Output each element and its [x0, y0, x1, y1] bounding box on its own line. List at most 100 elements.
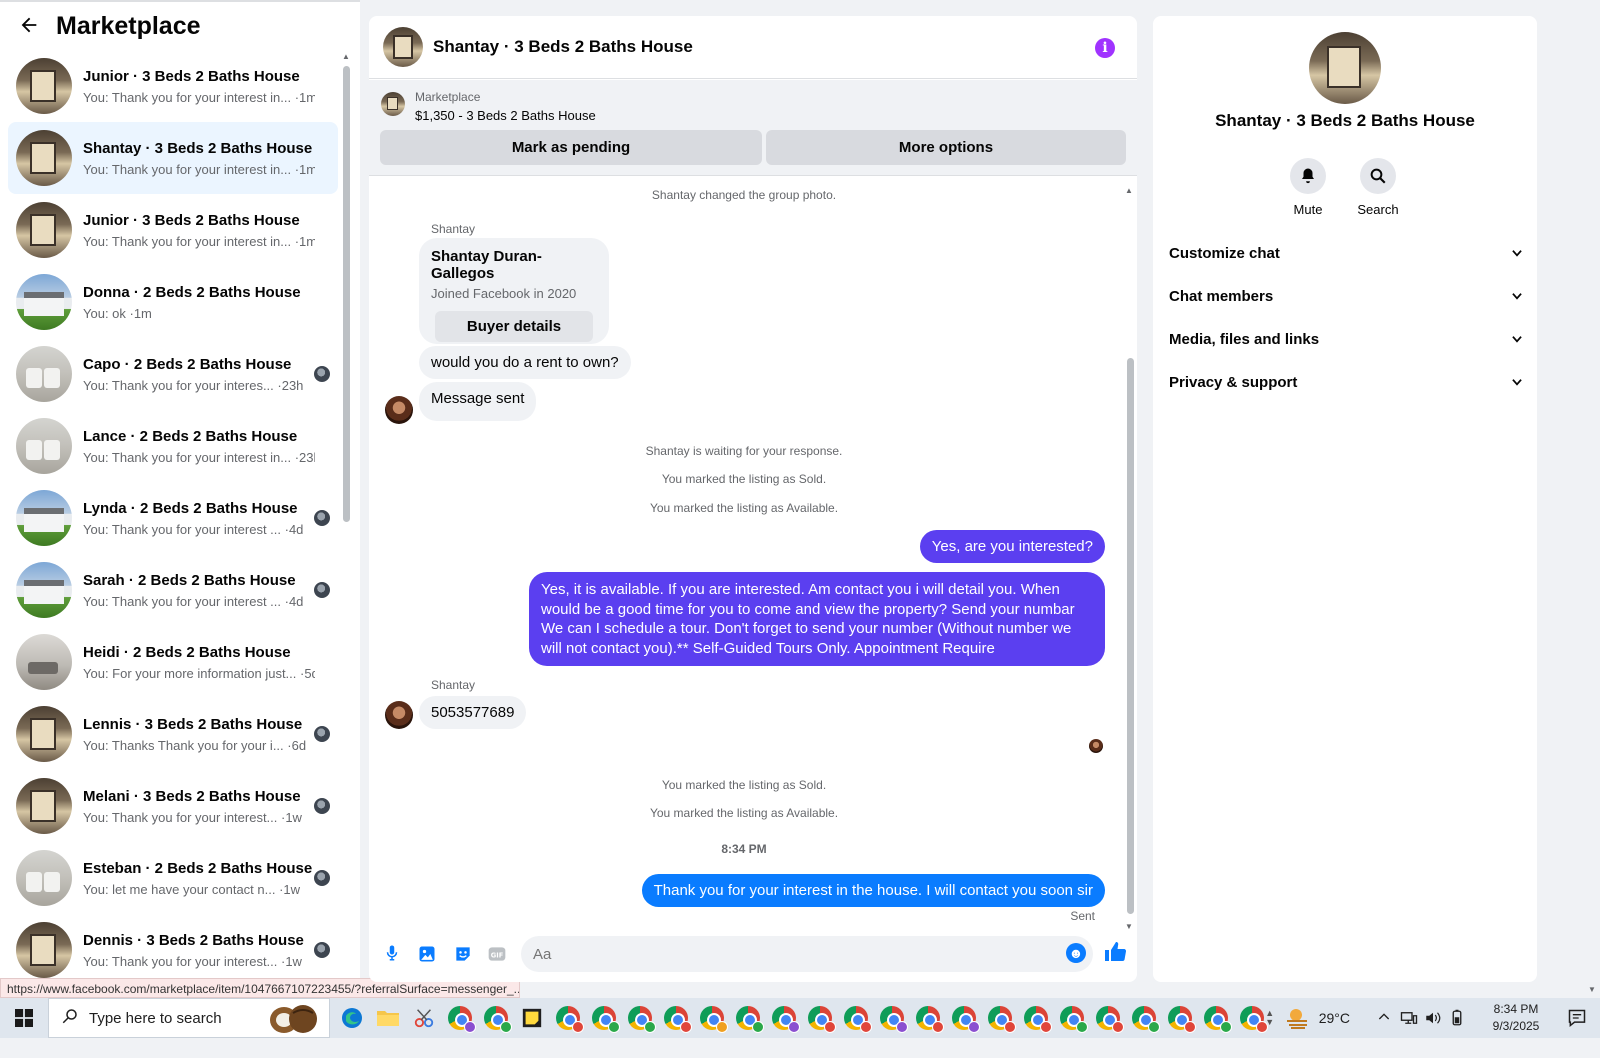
chrome-window-icon[interactable]: [730, 998, 766, 1038]
chrome-window-icon[interactable]: [1090, 998, 1126, 1038]
info-section-row[interactable]: Media, files and links: [1169, 324, 1524, 354]
clock-date: 9/3/2025: [1492, 1019, 1540, 1033]
chrome-window-icon[interactable]: [658, 998, 694, 1038]
conversation-item[interactable]: Melani · 3 Beds 2 Baths House You: Thank …: [8, 770, 338, 842]
listing-thumbnail[interactable]: [381, 92, 405, 116]
conversation-item[interactable]: Capo · 2 Beds 2 Baths House You: Thank yo…: [8, 338, 338, 410]
chat-avatar[interactable]: [383, 27, 423, 67]
chrome-window-icon[interactable]: [982, 998, 1018, 1038]
weather-widget[interactable]: 29°C: [1285, 1007, 1350, 1029]
chrome-profile-icon[interactable]: [478, 998, 514, 1038]
conversation-item[interactable]: Esteban · 2 Beds 2 Baths House You: let m…: [8, 842, 338, 914]
sticky-notes-icon[interactable]: [514, 998, 550, 1038]
scroll-up-icon[interactable]: ▲: [1125, 186, 1133, 195]
outgoing-message[interactable]: Thank you for your interest in the house…: [641, 874, 1105, 907]
back-arrow-icon[interactable]: [18, 14, 44, 40]
chrome-window-icon[interactable]: [838, 998, 874, 1038]
window-scroll-down-icon[interactable]: ▼: [1588, 985, 1596, 994]
photo-icon[interactable]: [417, 944, 435, 962]
chrome-window-icon[interactable]: [910, 998, 946, 1038]
buyer-details-button[interactable]: Buyer details: [435, 311, 593, 342]
buyer-name: Shantay Duran-Gallegos: [431, 248, 542, 282]
sticker-icon[interactable]: [453, 944, 471, 962]
chrome-window-icon[interactable]: [586, 998, 622, 1038]
chrome-window-icon[interactable]: [946, 998, 982, 1038]
read-receipt-avatar: [1089, 739, 1103, 753]
search-icon[interactable]: [1360, 158, 1396, 194]
conversation-title: Sarah · 2 Beds 2 Baths House: [83, 571, 296, 589]
battery-icon[interactable]: [1448, 1009, 1466, 1027]
conversation-item[interactable]: Heidi · 2 Beds 2 Baths House You: For you…: [8, 626, 338, 698]
microphone-icon[interactable]: [383, 944, 401, 962]
section-label: Customize chat: [1169, 244, 1280, 262]
chrome-window-icon[interactable]: [1162, 998, 1198, 1038]
info-section-row[interactable]: Chat members: [1169, 281, 1524, 311]
show-hidden-icons-chevron-icon[interactable]: [1376, 1009, 1394, 1027]
edge-browser-icon[interactable]: [334, 998, 370, 1038]
chrome-window-icon[interactable]: [1018, 998, 1054, 1038]
scroll-up-icon[interactable]: ▲: [342, 52, 350, 61]
chrome-profile-w-icon[interactable]: [442, 998, 478, 1038]
conversation-avatar[interactable]: [1309, 32, 1381, 104]
chat-scrollbar[interactable]: ▲ ▼: [1125, 186, 1135, 931]
conversation-item[interactable]: Lennis · 3 Beds 2 Baths House You: Thanks…: [8, 698, 338, 770]
conversation-item[interactable]: Junior · 3 Beds 2 Baths House You: Thank …: [8, 194, 338, 266]
conversation-item[interactable]: Donna · 2 Beds 2 Baths House You: ok ·1m: [8, 266, 338, 338]
listing-price-title[interactable]: $1,350 - 3 Beds 2 Baths House: [415, 108, 596, 123]
taskbar-search-box[interactable]: Type here to search: [48, 998, 330, 1038]
taskbar-clock[interactable]: 8:34 PM 9/3/2025: [1478, 1001, 1554, 1035]
snipping-tool-icon[interactable]: [406, 998, 442, 1038]
conversation-item[interactable]: Shantay · 3 Beds 2 Baths House You: Thank…: [8, 122, 338, 194]
sidebar-title: Marketplace: [56, 12, 201, 40]
listing-banner: Marketplace $1,350 - 3 Beds 2 Baths Hous…: [369, 80, 1137, 176]
volume-icon[interactable]: [1424, 1009, 1442, 1027]
network-icon[interactable]: [1400, 1009, 1418, 1027]
info-section-row[interactable]: Customize chat: [1169, 238, 1524, 268]
conversation-title: Junior · 3 Beds 2 Baths House: [83, 67, 300, 85]
outgoing-message[interactable]: Yes, are you interested?: [919, 530, 1105, 563]
scrollbar-thumb[interactable]: [1127, 358, 1134, 914]
notifications-icon[interactable]: [1554, 1008, 1600, 1028]
chrome-window-icon[interactable]: [1198, 998, 1234, 1038]
sidebar-scrollbar[interactable]: ▲: [342, 52, 350, 992]
emoji-icon[interactable]: ☻: [1066, 943, 1086, 963]
chat-title[interactable]: Shantay · 3 Beds 2 Baths House: [433, 37, 693, 57]
incoming-message[interactable]: would you do a rent to own?: [419, 346, 631, 379]
chrome-window-icon[interactable]: [1126, 998, 1162, 1038]
chrome-window-icon[interactable]: [766, 998, 802, 1038]
bell-icon[interactable]: [1290, 158, 1326, 194]
conversation-item[interactable]: Sarah · 2 Beds 2 Baths House You: Thank y…: [8, 554, 338, 626]
more-options-button[interactable]: More options: [766, 130, 1126, 165]
message-input[interactable]: [521, 936, 1093, 972]
chrome-window-icon[interactable]: [694, 998, 730, 1038]
conversation-item[interactable]: Lynda · 2 Beds 2 Baths House You: Thank y…: [8, 482, 338, 554]
chrome-window-icon[interactable]: [550, 998, 586, 1038]
chrome-window-icon[interactable]: [1054, 998, 1090, 1038]
mark-as-pending-button[interactable]: Mark as pending: [380, 130, 762, 165]
search-button[interactable]: Search: [1343, 158, 1413, 217]
mute-button[interactable]: Mute: [1273, 158, 1343, 217]
system-message: You marked the listing as Available.: [649, 501, 839, 515]
file-explorer-icon[interactable]: [370, 998, 406, 1038]
info-icon[interactable]: i: [1095, 38, 1115, 58]
conversation-info: Lynda · 2 Beds 2 Baths House You: Thank y…: [83, 500, 315, 537]
sender-avatar[interactable]: [385, 396, 413, 424]
sender-avatar[interactable]: [385, 701, 413, 729]
incoming-message[interactable]: 5053577689: [419, 696, 527, 729]
listing-avatar: [16, 418, 72, 474]
scrollbar-thumb[interactable]: [343, 66, 350, 522]
windows-start-button[interactable]: [0, 998, 48, 1038]
chrome-window-icon[interactable]: [874, 998, 910, 1038]
conversation-item[interactable]: Lance · 2 Beds 2 Baths House You: Thank y…: [8, 410, 338, 482]
gif-icon[interactable]: GIF: [487, 944, 506, 962]
scroll-down-icon[interactable]: ▼: [1125, 922, 1133, 931]
buyer-mini-avatar: [314, 582, 330, 598]
thumbs-up-icon[interactable]: [1103, 940, 1127, 964]
info-section-row[interactable]: Privacy & support: [1169, 367, 1524, 397]
conversation-item[interactable]: Dennis · 3 Beds 2 Baths House You: Thank …: [8, 914, 338, 986]
outgoing-message[interactable]: Yes, it is available. If you are interes…: [529, 572, 1105, 666]
incoming-message[interactable]: Message sent: [419, 382, 537, 421]
chrome-window-icon[interactable]: [802, 998, 838, 1038]
chrome-window-icon[interactable]: [622, 998, 658, 1038]
conversation-item[interactable]: Junior · 3 Beds 2 Baths House You: Thank …: [8, 50, 338, 122]
